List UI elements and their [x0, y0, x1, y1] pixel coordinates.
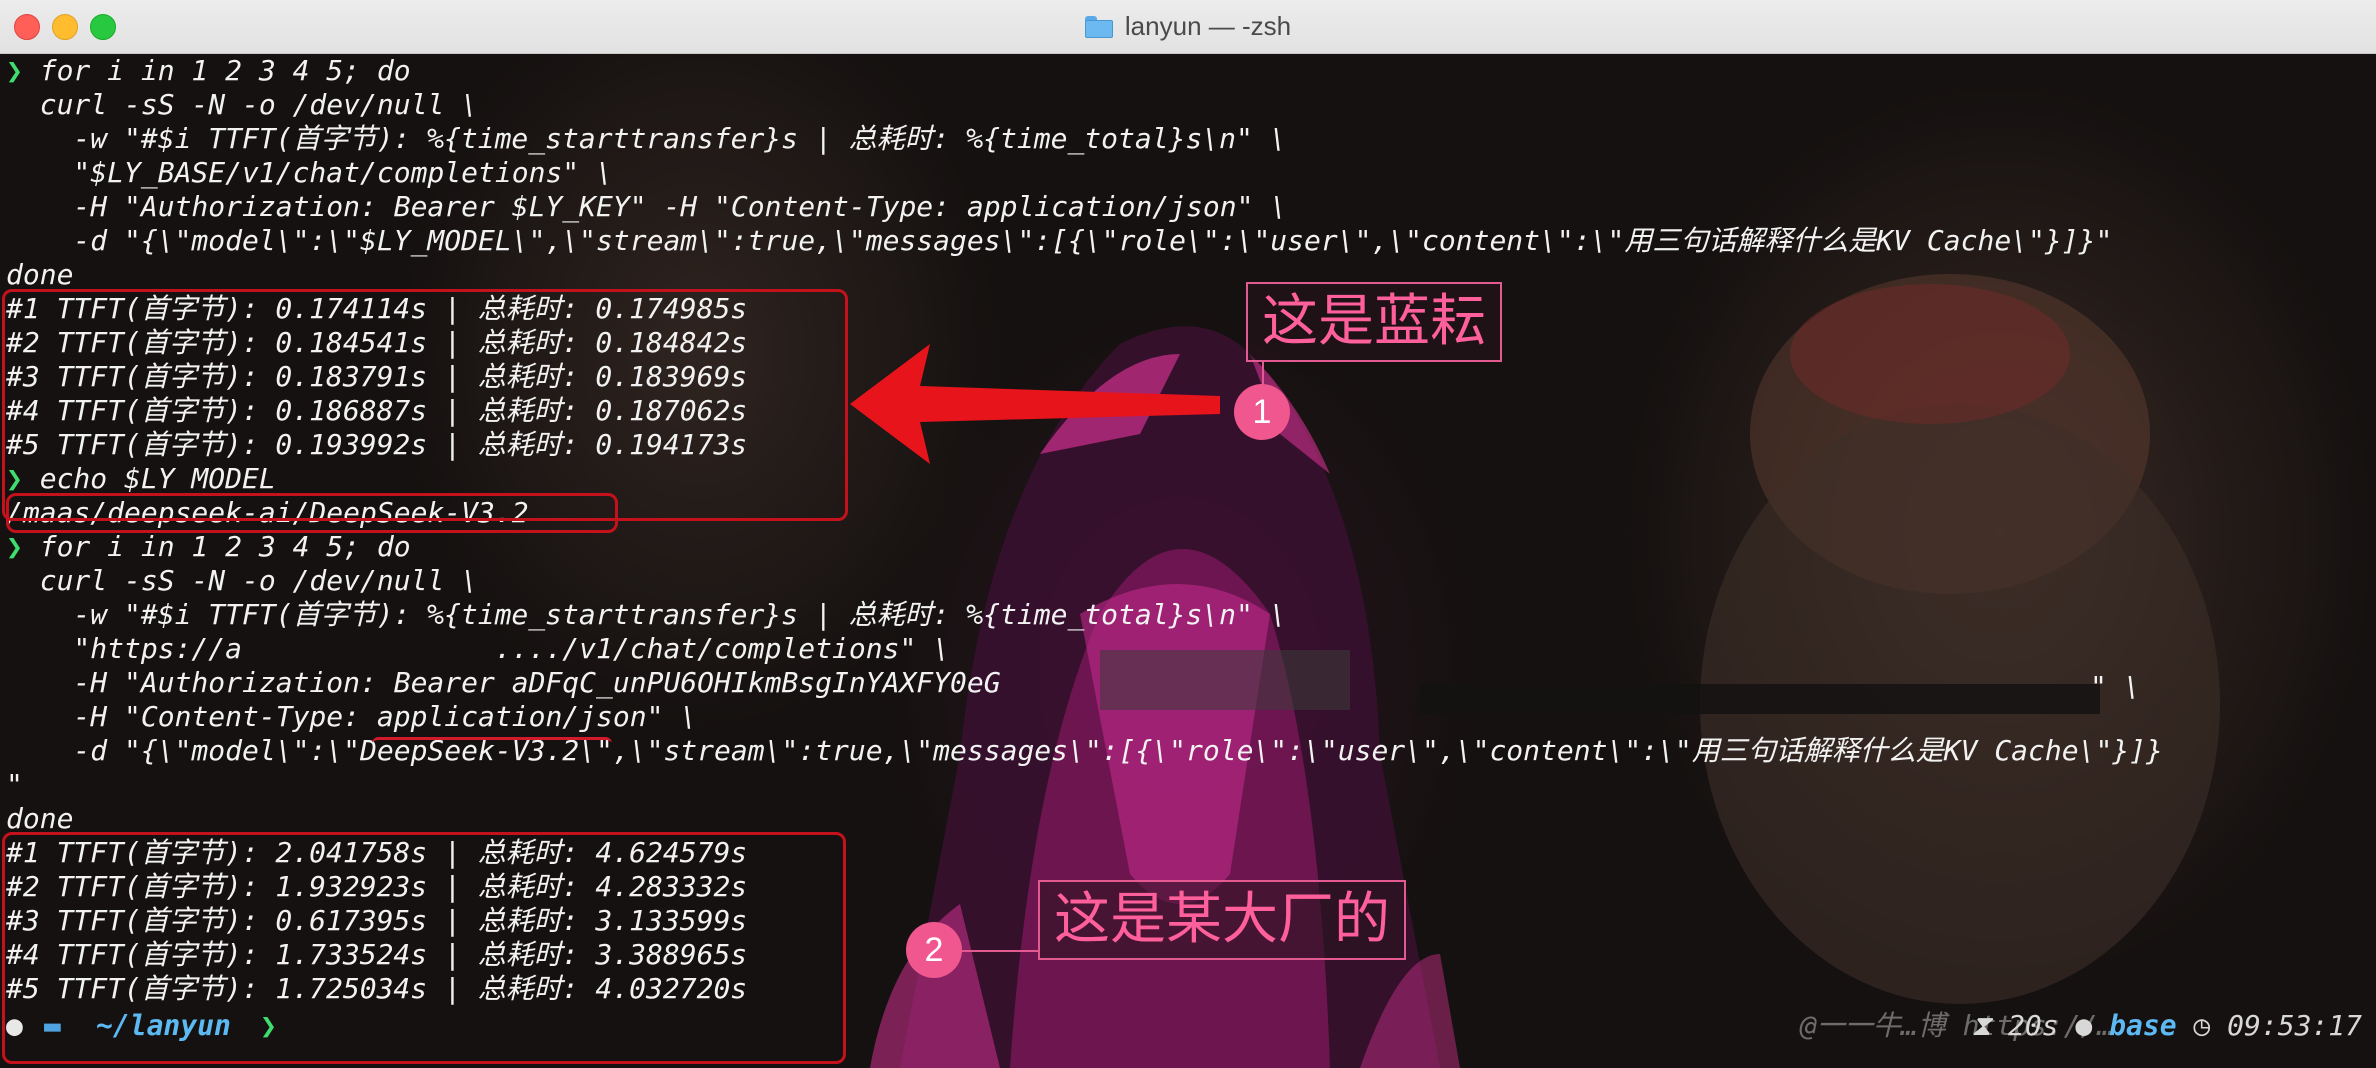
terminal-line-text: done [6, 802, 74, 835]
terminal-line-text: -H "Authorization: Bearer aDFqC_unPU6OHI… [6, 666, 1001, 699]
terminal-line: -d "{\"model\":\"$LY_MODEL\",\"stream\":… [6, 224, 2163, 258]
title-bar: lanyun — -zsh [0, 0, 2376, 54]
env-name: base [2109, 1009, 2177, 1042]
terminal-line-text: -H "Content-Type: application/json" \ [6, 700, 698, 733]
terminal-line: "$LY_BASE/v1/chat/completions" \ [6, 156, 2163, 190]
terminal-line: -d "{\"model\":\"DeepSeek-V3.2\",\"strea… [6, 734, 2163, 768]
terminal-line-text: -H "Authorization: Bearer $LY_KEY" -H "C… [6, 190, 1288, 223]
terminal-line: " [6, 768, 2163, 802]
terminal-line: curl -sS -N -o /dev/null \ [6, 88, 2163, 122]
prompt-status-line: ● ▬ ~/lanyun ❯ @一一牛…博 https://… ⧗ 20s ● … [0, 1006, 2376, 1046]
time-text: 09:53:17 [2227, 1009, 2362, 1042]
terminal-line-text: -d "{\"model\":\"$LY_MODEL\",\"stream\":… [6, 224, 2113, 257]
terminal-line-text: curl -sS -N -o /dev/null \ [6, 564, 479, 597]
terminal-line-text: "$LY_BASE/v1/chat/completions" \ [6, 156, 613, 189]
terminal-line-text: "https://a ..../v1/chat/completions" \ [6, 632, 951, 665]
terminal-line: done [6, 258, 2163, 292]
terminal-line: "https://a ..../v1/chat/completions" \ [6, 632, 2163, 666]
current-path: ~/lanyun [96, 1009, 231, 1042]
window-title-wrap: lanyun — -zsh [0, 0, 2376, 53]
terminal-line-text: -w "#$i TTFT(首字节): %{time_starttransfer}… [6, 598, 1287, 631]
terminal-area[interactable]: ❯ for i in 1 2 3 4 5; do curl -sS -N -o … [0, 54, 2376, 1068]
duration-text: 20s [2007, 1009, 2059, 1042]
prompt-right-segment: ⧗ 20s ● base ◷ 09:53:17 [1971, 1009, 2362, 1042]
annotation-badge-1: 1 [1234, 384, 1290, 440]
annotation-label-other: 这是某大厂的 [1038, 880, 1406, 960]
model-underline-mark [372, 737, 612, 750]
clock-icon: ◷ [2176, 1009, 2228, 1042]
folder-icon: ▬ [44, 1009, 61, 1042]
hourglass-icon: ⧗ [1971, 1009, 2008, 1042]
terminal-line-text: for i in 1 2 3 4 5; do [22, 530, 411, 563]
prompt-chevron: ❯ [260, 1009, 277, 1042]
terminal-line: ❯ for i in 1 2 3 4 5; do [6, 54, 2163, 88]
window-title: lanyun — -zsh [1124, 11, 1292, 41]
terminal-line-text: done [6, 258, 74, 291]
terminal-line: curl -sS -N -o /dev/null \ [6, 564, 2163, 598]
redaction-mask [1100, 650, 1350, 710]
folder-icon [1084, 15, 1113, 38]
model-name-box [6, 493, 618, 533]
terminal-line-text: for i in 1 2 3 4 5; do [22, 54, 411, 87]
terminal-line-text: -d "{\"model\":\"DeepSeek-V3.2\",\"strea… [6, 734, 2163, 767]
redaction-mask [1420, 684, 2100, 714]
result-box-lanyun [2, 289, 848, 521]
terminal-window: lanyun — -zsh ❯ for i in 1 2 3 4 5; do c… [0, 0, 2376, 1068]
prompt-symbol: ❯ [6, 54, 23, 87]
annotation-badge-2: 2 [906, 922, 962, 978]
auth-tail: " \ [2090, 670, 2141, 703]
red-arrow-icon [850, 344, 1220, 464]
terminal-line-text: -w "#$i TTFT(首字节): %{time_starttransfer}… [6, 122, 1287, 155]
terminal-line: ❯ for i in 1 2 3 4 5; do [6, 530, 2163, 564]
annotation-label-lanyun: 这是蓝耘 [1246, 282, 1502, 362]
prompt-symbol: ❯ [6, 530, 23, 563]
terminal-line: -w "#$i TTFT(首字节): %{time_starttransfer}… [6, 122, 2163, 156]
annotation-connector-2 [960, 950, 1040, 952]
terminal-line-text: " [6, 768, 23, 801]
terminal-line: -w "#$i TTFT(首字节): %{time_starttransfer}… [6, 598, 2163, 632]
apple-icon: ● [6, 1009, 23, 1042]
terminal-line: done [6, 802, 2163, 836]
terminal-line-text: curl -sS -N -o /dev/null \ [6, 88, 479, 121]
terminal-line: -H "Authorization: Bearer $LY_KEY" -H "C… [6, 190, 2163, 224]
